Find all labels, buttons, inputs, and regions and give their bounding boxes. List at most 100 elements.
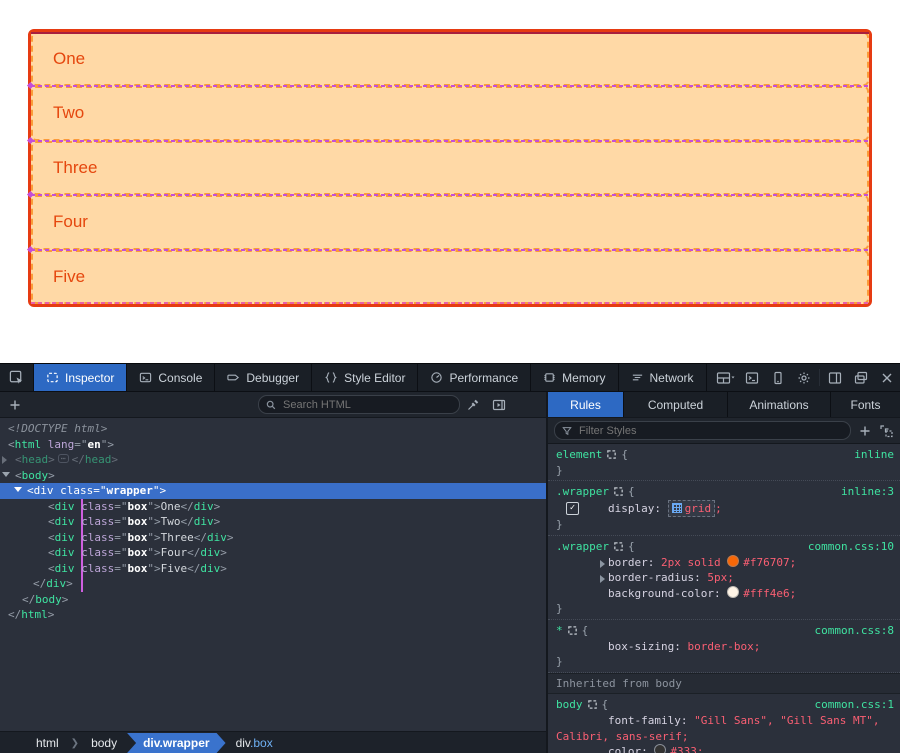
markup-token: div: [200, 546, 220, 559]
markup-line[interactable]: <div class="box">Four</div>: [0, 545, 546, 561]
stylesheet-source-link[interactable]: common.css:8: [815, 623, 894, 639]
markup-token: <!DOCTYPE html>: [8, 422, 107, 435]
inspector-icon: [46, 371, 59, 384]
markup-token: =": [114, 500, 127, 513]
pseudo-class-panel-icon[interactable]: [879, 424, 894, 438]
property-enabled-checkbox[interactable]: ✓: [566, 502, 579, 515]
tab-console[interactable]: Console: [127, 364, 215, 391]
markup-token: ">: [101, 438, 114, 451]
twisty-down-icon[interactable]: [2, 472, 10, 477]
rule-selector[interactable]: .wrapper: [556, 485, 609, 498]
markup-line[interactable]: <head>⋯</head>: [0, 452, 546, 468]
markup-line[interactable]: <!DOCTYPE html>: [0, 421, 546, 437]
markup-token: </: [187, 562, 200, 575]
css-property[interactable]: box-sizing: border-box;: [556, 639, 894, 655]
property-name: font-family:: [608, 714, 687, 727]
css-property[interactable]: border-radius: 5px;: [556, 570, 894, 586]
highlight-selector-icon[interactable]: [587, 699, 598, 710]
collapsed-content-badge[interactable]: ⋯: [58, 454, 69, 463]
breadcrumb-item-html[interactable]: html: [26, 736, 69, 750]
search-html-input[interactable]: [281, 398, 452, 412]
add-rule-icon[interactable]: [859, 425, 871, 437]
split-console-button[interactable]: [739, 364, 765, 391]
stylesheet-source-link[interactable]: inline: [854, 447, 894, 463]
rule-selector[interactable]: element: [556, 448, 602, 461]
tab-network[interactable]: Network: [619, 364, 707, 391]
filter-styles-input[interactable]: [577, 424, 843, 438]
dock-options-button[interactable]: [713, 364, 739, 391]
breadcrumb-item-body[interactable]: body: [81, 736, 127, 750]
grid-highlighter-toggle[interactable]: grid: [668, 500, 716, 518]
markup-line[interactable]: <div class="box">Five</div>: [0, 561, 546, 577]
css-property[interactable]: ✓display: grid;: [556, 500, 894, 518]
css-property[interactable]: border: 2px solid #f76707;: [556, 555, 894, 571]
separate-window-button[interactable]: [848, 364, 874, 391]
twisty-right-icon[interactable]: [2, 456, 7, 464]
tab-memory[interactable]: Memory: [531, 364, 618, 391]
filter-styles-box[interactable]: [554, 421, 851, 440]
rulers-button[interactable]: [486, 398, 512, 412]
rule-selector[interactable]: body: [556, 698, 583, 711]
color-swatch[interactable]: [727, 555, 739, 567]
add-node-button[interactable]: [0, 399, 30, 411]
css-property[interactable]: color: #333;: [556, 744, 894, 753]
markup-line[interactable]: <div class="box">Two</div>: [0, 514, 546, 530]
markup-token: body: [22, 469, 49, 482]
markup-line[interactable]: <html lang="en">: [0, 437, 546, 453]
grid-box-five: Five: [31, 250, 869, 304]
search-html-box[interactable]: [258, 395, 460, 414]
rule-selector[interactable]: .wrapper: [556, 540, 609, 553]
console-icon: [139, 371, 152, 384]
highlight-selector-icon[interactable]: [613, 541, 624, 552]
responsive-mode-button[interactable]: [765, 364, 791, 391]
css-property[interactable]: font-family: "Gill Sans", "Gill Sans MT"…: [556, 713, 894, 744]
markup-token: html: [21, 608, 48, 621]
pick-element-button[interactable]: [0, 364, 34, 391]
markup-token: Two: [161, 515, 181, 528]
twisty-down-icon[interactable]: [14, 487, 22, 492]
css-property[interactable]: background-color: #fff4e6;: [556, 586, 894, 602]
markup-line[interactable]: </body>: [0, 592, 546, 608]
color-swatch[interactable]: [727, 586, 739, 598]
grid-overlay-line: [31, 140, 869, 142]
markup-token: </: [72, 453, 85, 466]
stylesheet-source-link[interactable]: inline:3: [841, 484, 894, 500]
expand-property-icon[interactable]: [600, 560, 605, 568]
rule-selector[interactable]: *: [556, 624, 563, 637]
stylesheet-source-link[interactable]: common.css:1: [815, 697, 894, 713]
tab-computed[interactable]: Computed: [624, 392, 728, 417]
tab-style-editor[interactable]: Style Editor: [312, 364, 418, 391]
markup-line[interactable]: <div class="wrapper">: [0, 483, 546, 499]
markup-line[interactable]: <div class="box">Three</div>: [0, 530, 546, 546]
plus-icon: [9, 399, 21, 411]
breadcrumb-item-divbox[interactable]: div.box: [226, 736, 283, 750]
markup-view: <!DOCTYPE html> <html lang="en"><head>⋯</…: [0, 418, 546, 731]
css-rule: inline:3.wrapper{✓display: grid;}: [548, 481, 900, 536]
markup-line[interactable]: <body>: [0, 468, 546, 484]
expand-property-icon[interactable]: [600, 575, 605, 583]
close-devtools-button[interactable]: [874, 364, 900, 391]
dock-side-button[interactable]: [822, 364, 848, 391]
toolbar-separator: [819, 369, 820, 386]
markup-line[interactable]: </div>: [0, 576, 546, 592]
highlight-selector-icon[interactable]: [606, 449, 617, 460]
eyedropper-button[interactable]: [460, 398, 486, 412]
color-swatch[interactable]: [654, 744, 666, 753]
tab-label: Network: [650, 371, 694, 385]
tab-debugger[interactable]: Debugger: [215, 364, 312, 391]
eyedropper-icon: [466, 398, 480, 412]
tab-fonts[interactable]: Fonts: [831, 392, 900, 417]
tab-inspector[interactable]: Inspector: [34, 364, 127, 391]
settings-button[interactable]: [791, 364, 817, 391]
stylesheet-source-link[interactable]: common.css:10: [808, 539, 894, 555]
sidebar-tabs: Rules Computed Animations Fonts: [548, 392, 900, 418]
tab-animations[interactable]: Animations: [728, 392, 831, 417]
tab-rules[interactable]: Rules: [548, 392, 624, 417]
breadcrumb-item-selected[interactable]: div.wrapper: [127, 733, 225, 753]
markup-token: class: [75, 515, 115, 528]
markup-line[interactable]: </html>: [0, 607, 546, 623]
markup-line[interactable]: <div class="box">One</div>: [0, 499, 546, 515]
tab-performance[interactable]: Performance: [418, 364, 531, 391]
highlight-selector-icon[interactable]: [567, 625, 578, 636]
highlight-selector-icon[interactable]: [613, 486, 624, 497]
